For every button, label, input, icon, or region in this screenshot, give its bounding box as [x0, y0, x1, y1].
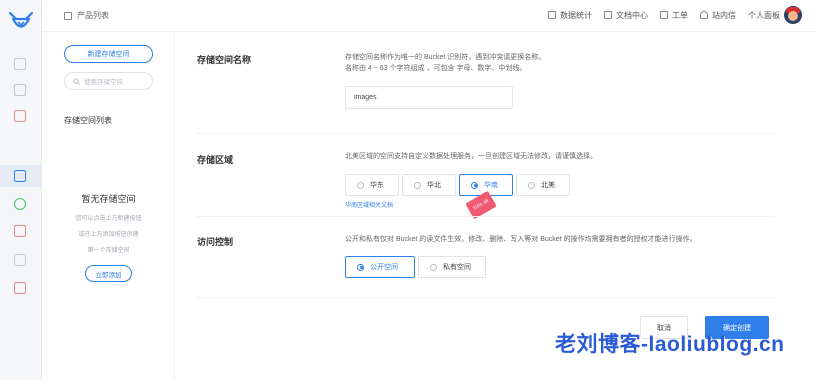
divider — [197, 297, 775, 298]
region-option-label: 华北 — [427, 182, 441, 189]
watermark-text: 老刘博客-laoliublog.cn — [555, 333, 785, 356]
nav-docs[interactable]: 文档中心 — [604, 10, 648, 21]
new-bucket-button[interactable]: 新建存储空间 — [64, 45, 153, 63]
radio-selected-icon — [471, 181, 478, 189]
region-option-east[interactable]: 华东 — [345, 174, 399, 196]
nav-messages[interactable]: 站内信 — [700, 10, 736, 21]
nav-stats-label: 数据统计 — [560, 10, 592, 20]
radio-selected-icon — [357, 263, 364, 271]
radio-icon — [357, 181, 364, 189]
header-nav: 数据统计 文档中心 工单 站内信 个人面板 — [548, 6, 802, 24]
radio-icon — [414, 181, 421, 189]
bucket-name-input[interactable] — [345, 86, 513, 109]
bucket-search-input[interactable]: 搜索存储空间 — [64, 72, 153, 90]
region-label: 存储区域 — [197, 155, 234, 165]
document-icon — [604, 11, 612, 19]
divider — [197, 133, 775, 134]
access-desc: 公开和私有仅对 Bucket 的读文件生效，修改、删除、写入等对 Bucket … — [345, 236, 697, 243]
bucket-name-desc-line: 名称由 4 ~ 63 个字符组成 ，可包含 字母、数字、中划线。 — [345, 65, 527, 72]
radio-icon — [430, 263, 437, 271]
rail-settings-icon[interactable] — [14, 254, 26, 266]
rail-storage-icon[interactable] — [14, 110, 26, 122]
logo-icon[interactable] — [7, 10, 35, 32]
access-option-public[interactable]: 公开空间 — [345, 256, 415, 278]
region-option-north[interactable]: 华北 — [402, 174, 456, 196]
avatar[interactable] — [784, 6, 802, 24]
nav-tickets[interactable]: 工单 — [660, 10, 688, 21]
bell-icon — [700, 11, 708, 19]
add-now-button[interactable]: 立即添加 — [85, 265, 132, 282]
rail-grid-icon[interactable] — [14, 58, 26, 70]
region-doc-link[interactable]: 华南区域相关文档 — [345, 200, 393, 209]
bucket-name-desc-line: 存储空间名称作为唯一的 Bucket 识别符，遇到冲突请更换名称。 — [345, 54, 546, 61]
icon-rail — [0, 0, 42, 380]
rail-monitor-icon[interactable] — [14, 84, 26, 96]
breadcrumb[interactable]: 产品列表 — [64, 10, 109, 21]
ticket-icon — [660, 11, 668, 19]
nav-profile-label: 个人面板 — [748, 10, 780, 20]
rail-bucket-icon[interactable] — [14, 170, 26, 182]
avatar-face — [788, 11, 798, 21]
region-option-label: 华南 — [484, 182, 498, 189]
region-desc: 北美区域的空间支持自定义数据处理服务，一旦创建区域无法修改，请谨慎选择。 — [345, 153, 597, 160]
access-label: 访问控制 — [197, 237, 234, 247]
access-option-private[interactable]: 私有空间 — [418, 256, 486, 278]
nav-docs-label: 文档中心 — [616, 10, 648, 20]
chart-icon — [548, 11, 556, 19]
radio-icon — [528, 181, 535, 189]
region-option-na[interactable]: 北美 — [516, 174, 570, 196]
nav-messages-label: 站内信 — [712, 10, 736, 20]
top-header: 产品列表 数据统计 文档中心 工单 站内信 个人面板 — [42, 0, 816, 32]
rail-doc-icon[interactable] — [14, 282, 26, 294]
region-option-label: 华东 — [370, 182, 384, 189]
breadcrumb-label: 产品列表 — [77, 11, 109, 20]
access-option-label: 私有空间 — [443, 264, 471, 271]
bucket-name-desc: 存储空间名称作为唯一的 Bucket 识别符，遇到冲突请更换名称。 名称由 4 … — [345, 52, 545, 74]
nav-stats[interactable]: 数据统计 — [548, 10, 592, 21]
rail-media-icon[interactable] — [14, 225, 26, 237]
grid-icon — [64, 11, 72, 20]
access-option-label: 公开空间 — [370, 264, 398, 271]
search-icon — [73, 77, 80, 85]
empty-state-line: 第一个存储空间 — [87, 248, 130, 254]
bucket-list-title: 存储空间列表 — [64, 116, 112, 125]
empty-state-line: 或在上方添加按钮创建 — [78, 232, 139, 238]
divider — [197, 216, 775, 217]
bucket-sidebar: 新建存储空间 搜索存储空间 存储空间列表 暂无存储空间 您可以点击上方新建按钮 … — [42, 32, 175, 380]
empty-state-line: 您可以点击上方新建按钮 — [75, 216, 142, 222]
nav-profile[interactable]: 个人面板 — [748, 6, 802, 24]
rail-cdn-icon[interactable] — [14, 198, 26, 210]
region-option-label: 北美 — [541, 182, 555, 189]
nav-tickets-label: 工单 — [672, 10, 688, 20]
bucket-name-label: 存储空间名称 — [197, 55, 252, 65]
search-placeholder: 搜索存储空间 — [84, 79, 123, 86]
empty-state-title: 暂无存储空间 — [81, 194, 136, 204]
